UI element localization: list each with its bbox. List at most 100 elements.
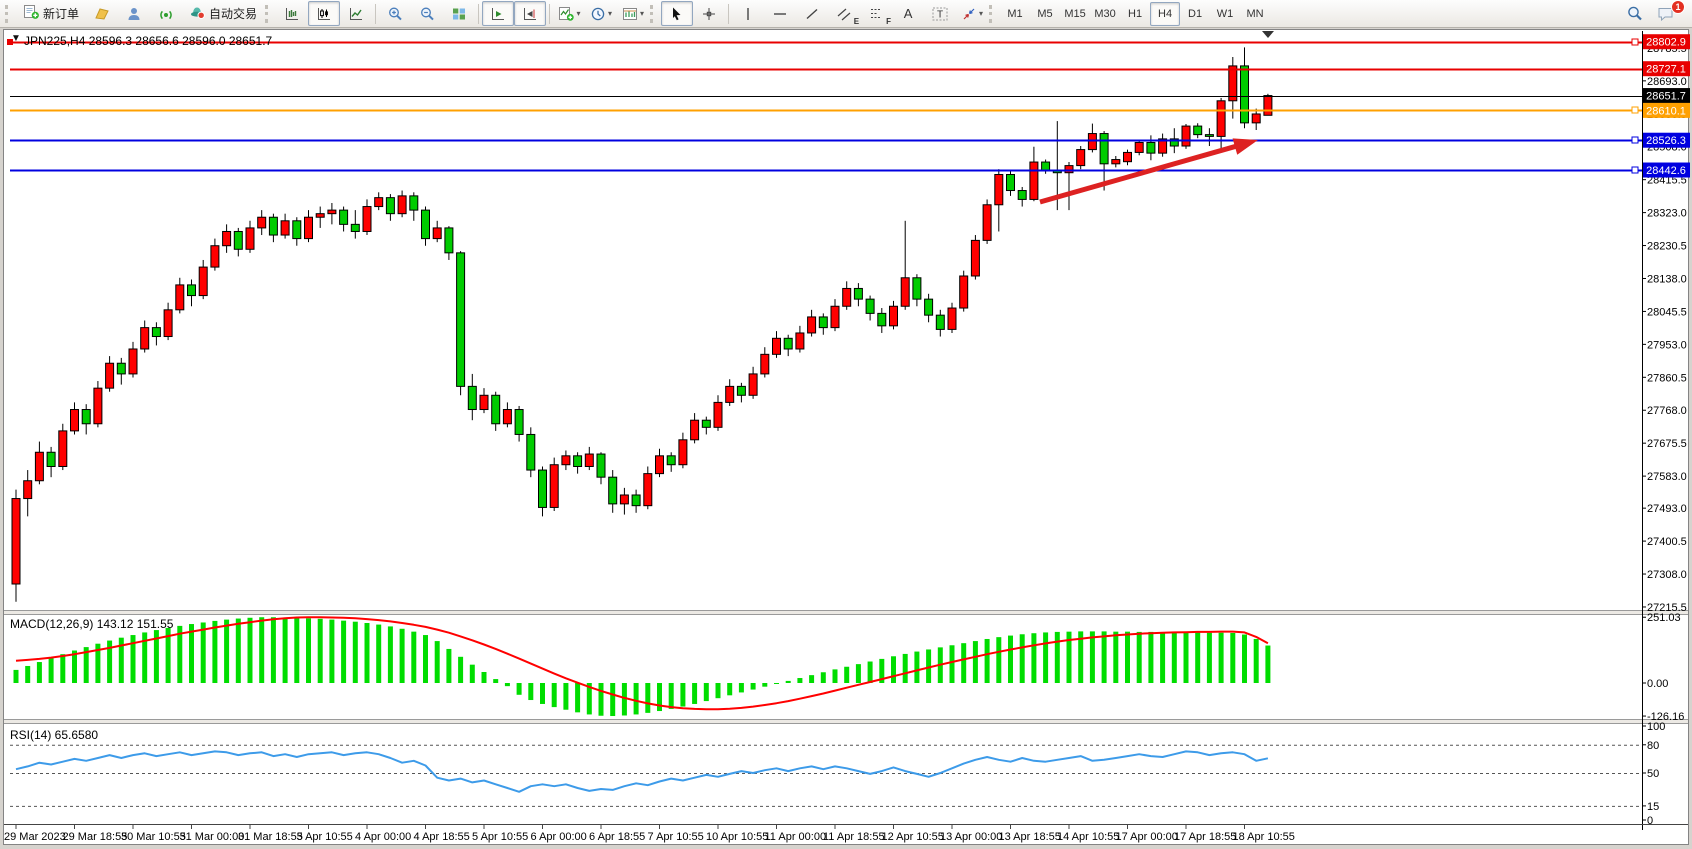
cursor-button[interactable]: [661, 1, 693, 26]
svg-text:27493.0: 27493.0: [1647, 503, 1687, 515]
signal-antenna-icon: [158, 6, 174, 22]
dropdown-caret-icon: ▾: [577, 9, 581, 18]
equidistant-channel-button[interactable]: E: [828, 1, 860, 26]
vertical-line-icon: [741, 6, 755, 22]
line-handle[interactable]: [1632, 107, 1638, 113]
search-button[interactable]: [1618, 1, 1650, 26]
timeframe-m15-button[interactable]: M15: [1060, 2, 1090, 26]
indicators-button[interactable]: ▾: [553, 1, 585, 26]
timeframe-h4-button[interactable]: H4: [1150, 2, 1180, 26]
crosshair-icon: [701, 6, 717, 22]
svg-text:28138.0: 28138.0: [1647, 273, 1687, 285]
bar-chart-button[interactable]: [276, 1, 308, 26]
line-chart-icon: [348, 6, 364, 22]
vertical-line-button[interactable]: [732, 1, 764, 26]
line-handle[interactable]: [1632, 167, 1638, 173]
date-axis-label: 11 Apr 18:55: [823, 831, 885, 843]
date-axis-label: 29 Mar 2023: [4, 831, 66, 843]
channel-icon: [836, 6, 852, 22]
toolbar-separator: [549, 4, 550, 24]
candlestick-chart-icon: [316, 6, 332, 22]
toolbar-grip[interactable]: [650, 5, 658, 23]
dropdown-caret-icon: ▾: [979, 9, 983, 18]
svg-text:15: 15: [1647, 801, 1659, 813]
svg-text:28802.9: 28802.9: [1646, 37, 1686, 49]
svg-text:100: 100: [1647, 721, 1665, 733]
autotrading-icon: [189, 4, 206, 23]
periods-button[interactable]: ▾: [585, 1, 617, 26]
date-axis-label: 3 Apr 10:55: [297, 831, 353, 843]
trendline-icon: [804, 6, 820, 22]
toolbar-grip[interactable]: [5, 5, 13, 23]
autotrading-label: 自动交易: [209, 5, 257, 22]
horizontal-line-button[interactable]: [764, 1, 796, 26]
templates-button[interactable]: ▾: [617, 1, 649, 26]
arrows-icon: [961, 6, 977, 22]
metaeditor-icon: [94, 6, 110, 22]
search-icon: [1626, 5, 1643, 22]
date-axis-label: 10 Apr 10:55: [706, 831, 768, 843]
notifications-button[interactable]: 1: [1650, 1, 1682, 26]
svg-text:27860.5: 27860.5: [1647, 372, 1687, 384]
crosshair-button[interactable]: [693, 1, 725, 26]
toolbar-grip[interactable]: [989, 5, 997, 23]
chart-canvas: 28785.528693.028600.528508.028415.528323…: [0, 0, 1692, 849]
date-axis-label: 14 Apr 10:55: [1057, 831, 1119, 843]
text-button[interactable]: A: [892, 1, 924, 26]
metaeditor-button[interactable]: [86, 1, 118, 26]
svg-text:0: 0: [1647, 815, 1653, 827]
chart-title: JPN225,H4 28596.3 28656.6 28596.0 28651.…: [24, 34, 272, 48]
svg-text:28230.5: 28230.5: [1647, 241, 1687, 253]
tile-windows-button[interactable]: [443, 1, 475, 26]
date-axis-label: 13 Apr 18:55: [999, 831, 1061, 843]
timeframe-d1-button[interactable]: D1: [1180, 2, 1210, 26]
timeframe-m30-button[interactable]: M30: [1090, 2, 1120, 26]
line-chart-button[interactable]: [340, 1, 372, 26]
new-order-icon: [23, 4, 40, 23]
timeframe-mn-button[interactable]: MN: [1240, 2, 1270, 26]
timeframe-h1-button[interactable]: H1: [1120, 2, 1150, 26]
timeframe-m5-button[interactable]: M5: [1030, 2, 1060, 26]
new-order-label: 新订单: [43, 5, 79, 22]
svg-text:27675.5: 27675.5: [1647, 438, 1687, 450]
zoom-in-icon: [387, 6, 403, 22]
chart-menu-caret-icon[interactable]: ▼: [11, 33, 21, 44]
date-axis-label: 4 Apr 18:55: [414, 831, 470, 843]
arrows-button[interactable]: ▾: [956, 1, 988, 26]
date-axis-label: 31 Mar 00:00: [180, 831, 245, 843]
horizontal-line-icon: [772, 6, 788, 22]
date-axis-label: 5 Apr 10:55: [472, 831, 528, 843]
dropdown-caret-icon: ▾: [608, 9, 612, 18]
autotrading-button[interactable]: 自动交易: [182, 1, 264, 26]
line-handle[interactable]: [1632, 137, 1638, 143]
svg-text:28442.6: 28442.6: [1646, 165, 1686, 177]
svg-text:28610.1: 28610.1: [1646, 105, 1686, 117]
new-order-button[interactable]: 新订单: [16, 1, 86, 26]
timeframe-m1-button[interactable]: M1: [1000, 2, 1030, 26]
trendline-button[interactable]: [796, 1, 828, 26]
auto-scroll-button[interactable]: [482, 1, 514, 26]
auto-scroll-icon: [490, 6, 506, 22]
main-toolbar: 新订单 自动交易 ▾ ▾: [0, 0, 1692, 28]
svg-text:28693.0: 28693.0: [1647, 76, 1687, 88]
timeframe-w1-button[interactable]: W1: [1210, 2, 1240, 26]
community-button[interactable]: [118, 1, 150, 26]
text-tool-letter: A: [904, 6, 913, 21]
date-axis-label: 17 Apr 18:55: [1174, 831, 1236, 843]
zoom-out-button[interactable]: [411, 1, 443, 26]
clock-icon: [590, 6, 606, 22]
svg-text:28045.5: 28045.5: [1647, 306, 1687, 318]
date-axis-label: 13 Apr 00:00: [940, 831, 1002, 843]
toolbar-separator: [478, 4, 479, 24]
line-handle[interactable]: [1632, 39, 1638, 45]
fibonacci-button[interactable]: F: [860, 1, 892, 26]
svg-text:28323.0: 28323.0: [1647, 208, 1687, 220]
dropdown-caret-icon: ▾: [640, 9, 644, 18]
signals-button[interactable]: [150, 1, 182, 26]
zoom-in-button[interactable]: [379, 1, 411, 26]
chart-shift-button[interactable]: [514, 1, 546, 26]
text-label-button[interactable]: T: [924, 1, 956, 26]
candlestick-chart-button[interactable]: [308, 1, 340, 26]
bar-chart-icon: [284, 6, 300, 22]
toolbar-grip[interactable]: [265, 5, 273, 23]
